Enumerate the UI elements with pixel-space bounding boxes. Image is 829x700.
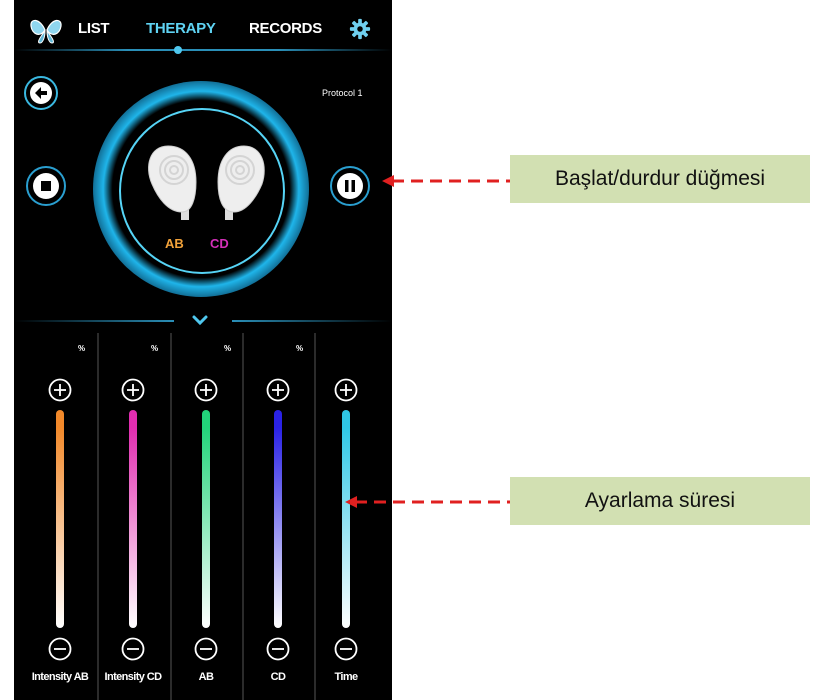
column-divider: [314, 333, 316, 700]
slider-unit-ab: %: [224, 344, 232, 353]
slider-track-intensity-cd[interactable]: [129, 410, 137, 628]
stop-icon: [33, 173, 59, 199]
annotation-arrow-start-stop: [382, 175, 510, 187]
minus-icon[interactable]: [121, 637, 145, 661]
electrode-cd-label: CD: [210, 236, 229, 251]
slider-track-time[interactable]: [342, 410, 350, 628]
plus-icon[interactable]: [334, 378, 358, 402]
pause-icon: [337, 173, 363, 199]
minus-icon[interactable]: [334, 637, 358, 661]
tab-list[interactable]: LIST: [78, 20, 110, 37]
arrow-left-icon: [30, 82, 52, 104]
minus-icon[interactable]: [266, 637, 290, 661]
nav-underline: [14, 49, 392, 51]
tab-therapy[interactable]: THERAPY: [146, 20, 216, 37]
slider-label-intensity-cd: Intensity CD: [104, 671, 163, 683]
plus-icon[interactable]: [266, 378, 290, 402]
section-divider: [14, 320, 174, 322]
column-divider: [242, 333, 244, 700]
slider-label-cd: CD: [270, 671, 286, 683]
annotation-time-adjust: Ayarlama süresi: [510, 477, 810, 525]
protocol-label: Protocol 1: [322, 88, 363, 98]
column-divider: [97, 333, 99, 700]
stop-button[interactable]: [26, 166, 66, 206]
chevron-down-icon[interactable]: [191, 314, 209, 326]
section-divider: [232, 320, 392, 322]
slider-track-cd[interactable]: [274, 410, 282, 628]
electrode-ab-label: AB: [165, 236, 184, 251]
annotation-arrow-time: [345, 496, 511, 508]
active-tab-indicator: [174, 46, 182, 54]
minus-icon[interactable]: [48, 637, 72, 661]
electrode-pads-icon: [148, 145, 265, 220]
slider-unit-intensity-ab: %: [78, 344, 86, 353]
slider-unit-intensity-cd: %: [151, 344, 159, 353]
plus-icon[interactable]: [48, 378, 72, 402]
butterfly-logo-icon: [30, 19, 62, 44]
slider-label-intensity-ab: Intensity AB: [31, 671, 89, 683]
gear-icon[interactable]: [349, 18, 371, 40]
annotation-start-stop: Başlat/durdur düğmesi: [510, 155, 810, 203]
slider-unit-cd: %: [296, 344, 304, 353]
tab-records[interactable]: RECORDS: [249, 20, 322, 37]
slider-track-intensity-ab[interactable]: [56, 410, 64, 628]
plus-icon[interactable]: [194, 378, 218, 402]
top-nav: LIST THERAPY RECORDS: [14, 0, 392, 56]
slider-track-ab[interactable]: [202, 410, 210, 628]
back-button[interactable]: [24, 76, 58, 110]
column-divider: [170, 333, 172, 700]
plus-icon[interactable]: [121, 378, 145, 402]
phone-screen: LIST THERAPY RECORDS Protocol 1 AB CD % …: [14, 0, 392, 700]
slider-label-time: Time: [334, 671, 358, 683]
minus-icon[interactable]: [194, 637, 218, 661]
pause-button[interactable]: [330, 166, 370, 206]
slider-label-ab: AB: [198, 671, 214, 683]
